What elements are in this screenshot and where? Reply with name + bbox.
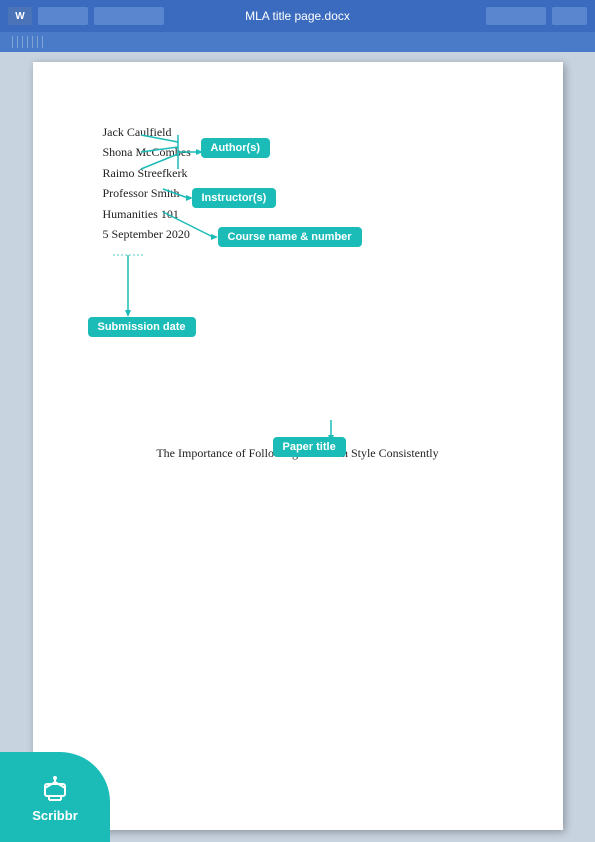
author-line-3: Raimo Streefkerk [103,163,493,183]
toolbar-button-4[interactable] [552,7,587,25]
toolbar: W MLA title page.docx [0,0,595,32]
instructor-line: Professor Smith [103,183,493,203]
date-annotation: Submission date [88,317,196,337]
title-annotation: Paper title [273,437,346,457]
scribbr-icon [39,772,71,804]
doc-content: Jack Caulfield Shona McCombes Raimo Stre… [103,122,493,464]
word-icon[interactable]: W [8,7,32,25]
page-wrapper: Jack Caulfield Shona McCombes Raimo Stre… [0,52,595,842]
document-page: Jack Caulfield Shona McCombes Raimo Stre… [33,62,563,830]
toolbar-button-2[interactable] [94,7,164,25]
course-line: Humanities 101 [103,204,493,224]
toolbar-button-1[interactable] [38,7,88,25]
instructor-annotation: Instructor(s) [192,188,277,208]
author-line-2: Shona McCombes [103,142,493,162]
toolbar-button-3[interactable] [486,7,546,25]
scribbr-brand-name: Scribbr [32,808,78,823]
document-title: MLA title page.docx [245,9,350,23]
course-annotation: Course name & number [218,227,362,247]
scribbr-logo: Scribbr [0,752,110,842]
ribbon [0,32,595,52]
authors-annotation: Author(s) [201,138,271,158]
author-line-1: Jack Caulfield [103,122,493,142]
